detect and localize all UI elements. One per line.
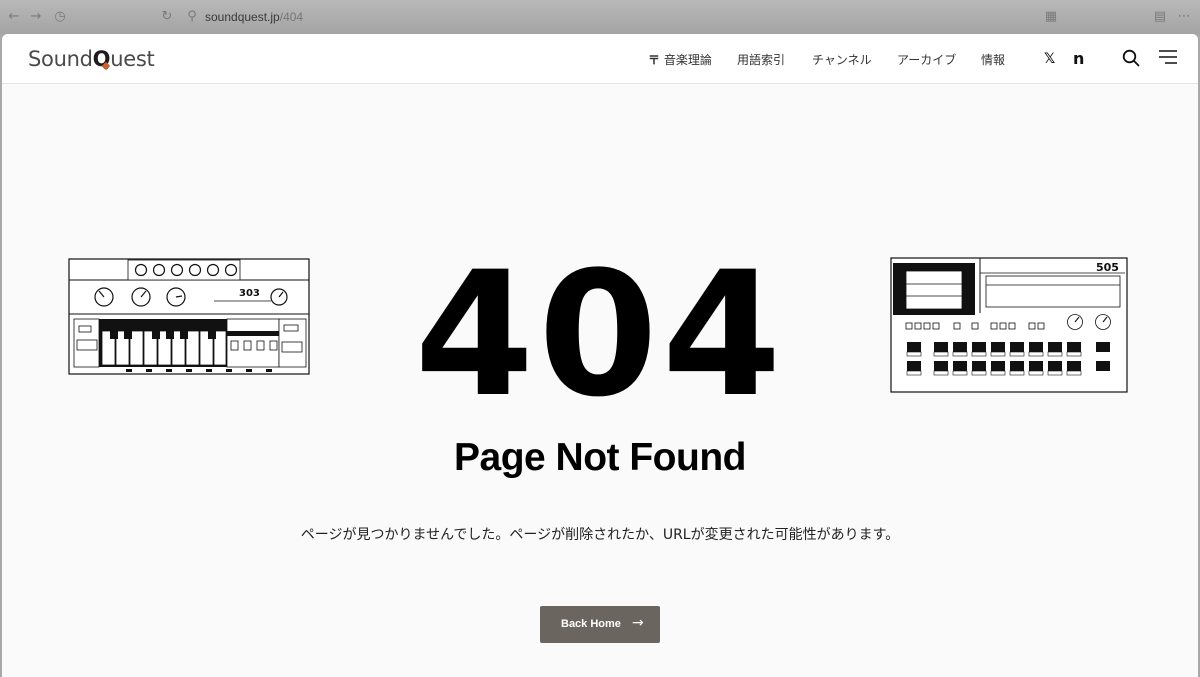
logo-text-uest: uest bbox=[110, 47, 155, 71]
extensions-icon[interactable]: ▤ bbox=[1152, 9, 1168, 25]
menu-icon[interactable] bbox=[1158, 49, 1178, 69]
error-message: ページが見つかりませんでした。ページが削除されたか、URLが変更された可能性があ… bbox=[300, 527, 900, 543]
address-bar[interactable]: soundquest.jp/404 bbox=[205, 10, 303, 24]
back-home-label: Back Home bbox=[561, 618, 621, 630]
nav-archive[interactable]: アーカイブ bbox=[897, 51, 956, 68]
page-title: Page Not Found bbox=[454, 436, 746, 479]
error-code: 404 bbox=[414, 234, 786, 435]
logo-q: Q bbox=[92, 47, 111, 71]
page: SoundQuest 〒 音楽理論 用語索引 チャンネル アーカイブ 情報 𝕏 … bbox=[2, 34, 1198, 677]
site-info-icon[interactable]: ⚲ bbox=[184, 9, 200, 25]
nav-glossary[interactable]: 用語索引 bbox=[737, 51, 785, 68]
logo-text-sound: Sound bbox=[28, 47, 93, 71]
x-icon[interactable]: 𝕏 bbox=[1044, 49, 1055, 69]
nav-music-theory[interactable]: 〒 音楽理論 bbox=[648, 51, 712, 68]
site-logo[interactable]: SoundQuest bbox=[28, 47, 155, 71]
reader-icon[interactable]: ▦ bbox=[1043, 9, 1059, 25]
url-path: /404 bbox=[279, 10, 304, 24]
arrow-right-icon: → bbox=[632, 615, 644, 631]
search-icon[interactable] bbox=[1121, 49, 1141, 69]
back-home-button[interactable]: Back Home → bbox=[540, 606, 660, 643]
nav-channel[interactable]: チャンネル bbox=[812, 51, 872, 68]
nav-info[interactable]: 情報 bbox=[981, 51, 1005, 68]
history-icon[interactable]: ◷ bbox=[52, 9, 68, 25]
url-host: soundquest.jp bbox=[205, 10, 280, 24]
theory-icon: 〒 bbox=[648, 53, 661, 67]
back-arrow-icon[interactable]: ← bbox=[6, 9, 22, 25]
nav-label: 音楽理論 bbox=[663, 53, 712, 67]
site-header: SoundQuest 〒 音楽理論 用語索引 チャンネル アーカイブ 情報 𝕏 … bbox=[2, 34, 1198, 84]
browser-toolbar: ← → ◷ ↻ ⚲ soundquest.jp/404 ▦ ▤ ⋯ bbox=[0, 0, 1200, 34]
more-icon[interactable]: ⋯ bbox=[1176, 9, 1192, 25]
note-icon[interactable]: n bbox=[1073, 49, 1084, 69]
reload-icon[interactable]: ↻ bbox=[159, 9, 175, 25]
forward-arrow-icon[interactable]: → bbox=[28, 9, 44, 25]
